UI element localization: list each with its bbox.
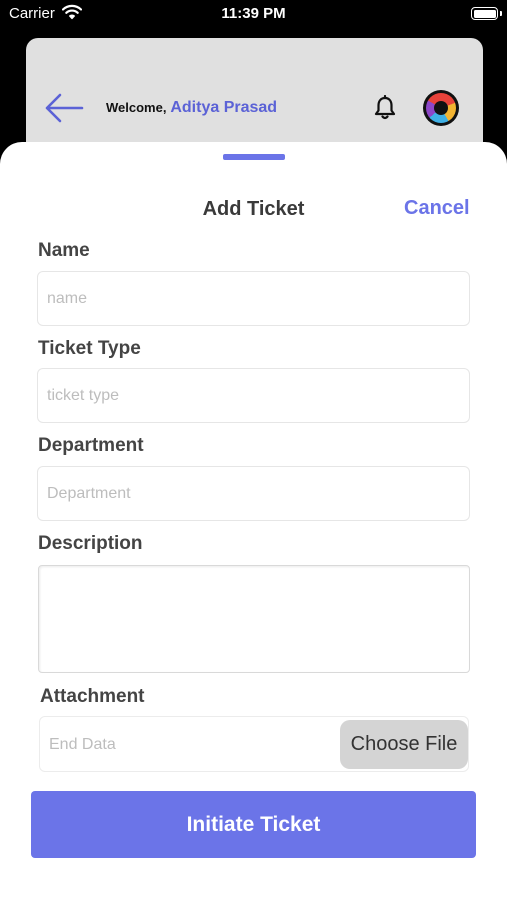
department-input[interactable]	[38, 467, 469, 520]
welcome-message: Welcome, Aditya Prasad	[106, 99, 277, 117]
bell-icon[interactable]	[373, 95, 397, 121]
battery-icon	[471, 7, 502, 20]
name-label: Name	[38, 240, 90, 261]
status-time: 11:39 PM	[221, 5, 286, 22]
cancel-button[interactable]: Cancel	[404, 197, 470, 220]
user-name: Aditya Prasad	[170, 99, 278, 116]
attachment-field[interactable]: End Data Choose File	[39, 716, 469, 772]
name-input[interactable]	[38, 272, 469, 325]
description-textarea[interactable]	[39, 566, 469, 672]
avatar-logo-center	[434, 101, 448, 115]
ticket-type-field	[37, 368, 470, 423]
department-field	[37, 466, 470, 521]
description-field	[38, 565, 470, 673]
initiate-ticket-button[interactable]: Initiate Ticket	[31, 791, 476, 858]
ticket-type-label: Ticket Type	[38, 338, 141, 359]
ticket-type-input[interactable]	[38, 369, 469, 422]
back-arrow-icon[interactable]	[44, 90, 84, 126]
add-ticket-sheet: Add Ticket Cancel Name Ticket Type Depar…	[0, 142, 507, 900]
choose-file-button[interactable]: Choose File	[340, 720, 468, 769]
department-label: Department	[38, 435, 144, 456]
avatar[interactable]	[423, 90, 459, 126]
description-label: Description	[38, 533, 143, 554]
drag-handle[interactable]	[223, 154, 285, 160]
attachment-label: Attachment	[40, 686, 145, 707]
name-field	[37, 271, 470, 326]
welcome-prefix: Welcome,	[106, 100, 167, 115]
attachment-placeholder: End Data	[49, 736, 116, 753]
status-bar: Carrier 11:39 PM	[0, 0, 507, 30]
